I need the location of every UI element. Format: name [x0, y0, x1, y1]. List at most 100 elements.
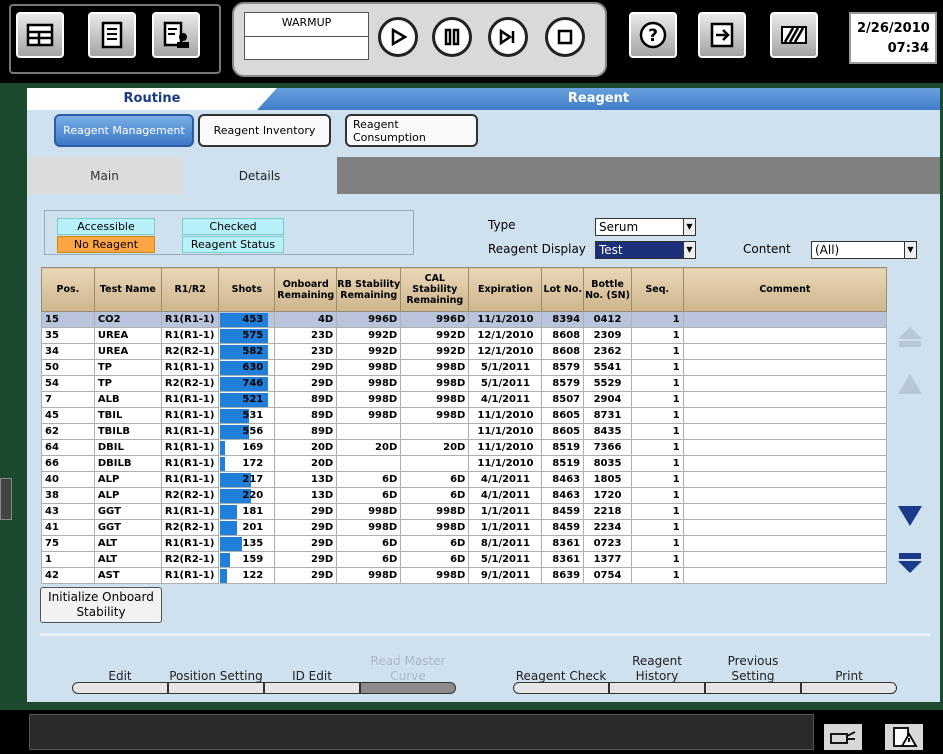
edit-button[interactable]: Edit [72, 646, 168, 684]
reagent-history-button-bar[interactable] [609, 682, 705, 694]
cell-lot: 8639 [541, 567, 585, 584]
reagent-check-button-bar[interactable] [513, 682, 609, 694]
shots-cell: 172 [218, 455, 276, 472]
scroll-down-button[interactable] [894, 500, 926, 532]
print-button[interactable]: Print [801, 646, 897, 684]
table-row[interactable]: 7 ALB R1(R1-1) 521 89D 998D 998D 4/1/2011 8507 29… [41, 391, 888, 408]
instrument-status-button[interactable] [824, 724, 862, 750]
cell-sn: 1720 [583, 487, 632, 504]
scroll-up-button[interactable] [894, 368, 926, 400]
operator-button[interactable] [152, 12, 200, 58]
help-button[interactable]: ? [629, 12, 677, 58]
table-row[interactable]: 15 CO2 R1(R1-1) 453 4D 996D 996D 11/1/2010 8394 0… [41, 311, 888, 328]
shots-value: 201 [242, 521, 264, 533]
table-row[interactable]: 75 ALT R1(R1-1) 135 29D 6D 6D 8/1/2011 8361 0723 1 [41, 535, 888, 552]
start-button[interactable] [378, 17, 418, 57]
down-arrow-icon [898, 506, 922, 526]
tab-main[interactable]: Main [27, 157, 182, 194]
table-row[interactable]: 40 ALP R1(R1-1) 217 13D 6D 6D 4/1/2011 8463 1805 1 [41, 471, 888, 488]
warning-log-button[interactable] [885, 724, 923, 750]
stop-button[interactable] [545, 17, 585, 57]
type-select[interactable]: Serum ▼ [595, 218, 696, 236]
cell-rb [336, 455, 402, 472]
reagent-history-button[interactable]: Reagent History [609, 646, 705, 684]
cell-pos: 7 [41, 391, 95, 408]
column-header[interactable]: Seq. [630, 267, 684, 312]
table-row[interactable]: 54 TP R2(R2-1) 746 29D 998D 998D 5/1/2011 8579 55… [41, 375, 888, 392]
column-header[interactable]: Shots [218, 267, 276, 312]
previous-setting-button[interactable]: Previous Setting [705, 646, 801, 684]
table-row[interactable]: 64 DBIL R1(R1-1) 169 20D 20D 20D 11/1/2010 8519 7… [41, 439, 888, 456]
subtab-reagent-management[interactable]: Reagent Management [54, 114, 194, 147]
cell-sn: 2234 [583, 519, 632, 536]
document-user-icon [163, 21, 189, 48]
table-row[interactable]: 38 ALP R2(R2-1) 220 13D 6D 6D 4/1/2011 8463 1720 1 [41, 487, 888, 504]
initialize-onboard-stability-button[interactable]: Initialize Onboard Stability [40, 587, 162, 623]
reagent-check-button[interactable]: Reagent Check [513, 646, 609, 684]
cell-cal: 998D [400, 519, 470, 536]
column-header[interactable]: R1/R2 [160, 267, 220, 312]
cell-lot: 8394 [541, 311, 585, 328]
worklist-button[interactable] [88, 12, 136, 58]
cell-sn: 2309 [583, 327, 632, 344]
shots-cell: 135 [218, 535, 276, 552]
table-row[interactable]: 62 TBILB R1(R1-1) 556 89D 11/1/2010 8605 8435 1 [41, 423, 888, 440]
cell-onboard: 29D [274, 535, 338, 552]
column-header[interactable]: CAL Stability Remaining [400, 267, 470, 312]
content-select[interactable]: (All) ▼ [811, 241, 917, 259]
stop-icon [557, 29, 573, 45]
previous-setting-button-bar[interactable] [705, 682, 801, 694]
cell-pos: 64 [41, 439, 95, 456]
table-row[interactable]: 42 AST R1(R1-1) 122 29D 998D 998D 9/1/2011 8639 0… [41, 567, 888, 584]
column-header[interactable]: Comment [682, 267, 888, 312]
table-row[interactable]: 45 TBIL R1(R1-1) 531 89D 998D 998D 11/1/2010 860… [41, 407, 888, 424]
reagent-display-select[interactable]: Test ▼ [595, 241, 696, 259]
scroll-last-button[interactable] [894, 547, 926, 579]
column-header[interactable]: Bottle No. (SN) [583, 267, 632, 312]
menu-reagent[interactable]: Reagent [257, 88, 940, 110]
tab-details[interactable]: Details [182, 157, 337, 194]
table-row[interactable]: 1 ALT R2(R2-1) 159 29D 6D 6D 5/1/2011 8361 1377 1 [41, 551, 888, 568]
scroll-first-button[interactable] [894, 321, 926, 353]
cell-sn: 8435 [583, 423, 632, 440]
subtab-reagent-inventory[interactable]: Reagent Inventory [198, 114, 331, 147]
cell-seq: 1 [630, 423, 684, 440]
column-header[interactable]: Lot No. [541, 267, 585, 312]
table-row[interactable]: 50 TP R1(R1-1) 630 29D 998D 998D 5/1/2011 8579 55… [41, 359, 888, 376]
column-header[interactable]: RB Stability Remaining [336, 267, 402, 312]
menu-routine[interactable]: Routine [27, 88, 277, 110]
sampling-stop-button[interactable] [488, 17, 528, 57]
edit-button-bar[interactable] [72, 682, 168, 694]
column-header[interactable]: Onboard Remaining [274, 267, 338, 312]
cell-exp: 9/1/2011 [468, 567, 543, 584]
column-header[interactable]: Test Name [93, 267, 162, 312]
id-edit-button-bar[interactable] [264, 682, 360, 694]
position-setting-button[interactable]: Position Setting [168, 646, 264, 684]
pause-button[interactable] [432, 17, 472, 57]
table-row[interactable]: 43 GGT R1(R1-1) 181 29D 998D 998D 1/1/2011 8459 2… [41, 503, 888, 520]
shots-value: 217 [242, 473, 264, 485]
cell-cal: 20D [400, 439, 470, 456]
cell-seq: 1 [630, 535, 684, 552]
table-row[interactable]: 41 GGT R2(R2-1) 201 29D 998D 998D 1/1/2011 8459 2… [41, 519, 888, 536]
table-row[interactable]: 66 DBILB R1(R1-1) 172 20D 11/1/2010 8519 8035 1 [41, 455, 888, 472]
alarm-button[interactable] [770, 12, 818, 58]
read-master-curve-button-bar[interactable] [360, 682, 456, 694]
date-text: 2/26/2010 [857, 21, 930, 36]
system-overview-button[interactable] [16, 12, 64, 58]
cell-exp: 1/1/2011 [468, 503, 543, 520]
cell-pos: 45 [41, 407, 95, 424]
cell-r: R1(R1-1) [160, 359, 220, 376]
cell-seq: 1 [630, 551, 684, 568]
position-setting-button-bar[interactable] [168, 682, 264, 694]
column-header[interactable]: Pos. [41, 267, 95, 312]
column-header[interactable]: Expiration [468, 267, 543, 312]
table-row[interactable]: 35 UREA R1(R1-1) 575 23D 992D 992D 12/1/2010 860… [41, 327, 888, 344]
print-button-bar[interactable] [801, 682, 897, 694]
logout-button[interactable] [698, 12, 746, 58]
table-row[interactable]: 34 UREA R2(R2-1) 582 23D 992D 992D 12/1/2010 860… [41, 343, 888, 360]
id-edit-button[interactable]: ID Edit [264, 646, 360, 684]
read-master-curve-button[interactable]: Read Master Curve [360, 646, 456, 684]
cell-sn: 7366 [583, 439, 632, 456]
subtab-reagent-consumption[interactable]: Reagent Consumption [345, 114, 478, 147]
